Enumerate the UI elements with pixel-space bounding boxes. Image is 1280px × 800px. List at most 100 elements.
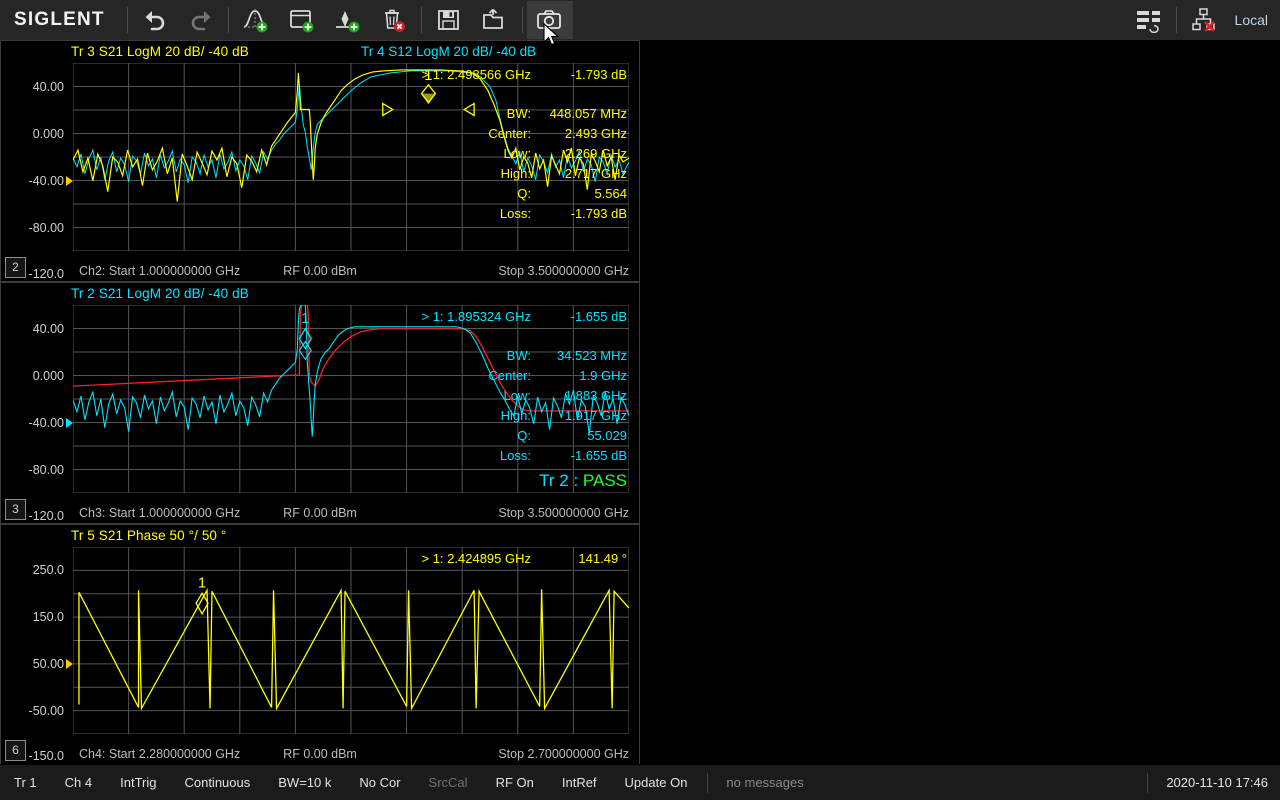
panel-footer-3: 3 Ch3: Start 1.000000000 GHz RF 0.00 dBm… (1, 497, 639, 523)
readout-row: Low:2.269 GHz (488, 144, 627, 164)
floppy-save-icon (436, 8, 462, 32)
add-marker-button[interactable] (325, 1, 371, 39)
y-tick-label: -50.00 (29, 704, 64, 718)
network-status-button[interactable] (1181, 1, 1227, 39)
y-tick-label: 40.00 (33, 80, 64, 94)
status-divider (707, 773, 708, 793)
camera-icon (536, 8, 564, 32)
readout-value: 1.917 GHz (531, 406, 627, 426)
local-mode-label[interactable]: Local (1227, 12, 1280, 28)
readout-value: -1.655 dB (531, 446, 627, 466)
plot-svg-6: 1 (73, 547, 629, 734)
delete-button[interactable] (371, 1, 417, 39)
trace-panel-grid: Tr 6 S11 LogM 10 dB/ -20 dB 20.00 0.000 … (0, 40, 1280, 765)
status-correction[interactable]: No Cor (345, 775, 414, 790)
y-tick-label: -40.00 (29, 416, 64, 430)
undo-icon (142, 8, 168, 32)
readout-label: Loss: (500, 204, 531, 224)
status-rf-output[interactable]: RF On (482, 775, 548, 790)
readout-row: Center:2.493 GHz (488, 124, 627, 144)
add-window-button[interactable] (279, 1, 325, 39)
status-update[interactable]: Update On (611, 775, 702, 790)
redo-icon (188, 8, 214, 32)
redo-button[interactable] (178, 1, 224, 39)
undo-button[interactable] (132, 1, 178, 39)
screenshot-button[interactable] (527, 1, 573, 39)
rf-power-label: RF 0.00 dBm (283, 747, 357, 761)
readout-row: > 1: 2.424895 GHz 141.49 ° (422, 549, 628, 569)
readout-label: High: (501, 406, 531, 426)
channel-start-label: Ch2: Start 1.000000000 GHz (79, 264, 240, 278)
channel-start-label: Ch3: Start 1.000000000 GHz (79, 506, 240, 520)
readout-label: Center: (488, 366, 531, 386)
y-tick-label: 250.0 (33, 563, 64, 577)
status-bar: Tr 1 Ch 4 IntTrig Continuous BW=10 k No … (0, 764, 1280, 800)
add-trace-button[interactable] (233, 1, 279, 39)
panel-footer-2: 2 Ch2: Start 1.000000000 GHz RF 0.00 dBm… (1, 255, 639, 281)
readout-value: 2.493 GHz (531, 124, 627, 144)
open-button[interactable] (472, 1, 518, 39)
status-divider (1147, 773, 1148, 793)
readout-row: Loss:-1.655 dB (488, 446, 627, 466)
panel-number-badge[interactable]: 3 (5, 499, 26, 520)
trace-header-tr3[interactable]: Tr 3 S21 LogM 20 dB/ -40 dB (71, 44, 249, 59)
plot-area-6[interactable]: 1 (73, 547, 629, 734)
status-trigger-source[interactable]: IntTrig (106, 775, 170, 790)
status-active-trace[interactable]: Tr 1 (0, 775, 51, 790)
add-window-icon (288, 7, 316, 33)
readout-row: Low:1.883 GHz (488, 386, 627, 406)
trace-panel-2[interactable]: Tr 3 S21 LogM 20 dB/ -40 dB Tr 4 S12 Log… (0, 40, 640, 282)
status-reference[interactable]: IntRef (548, 775, 611, 790)
readout-row: > 1: 1.895324 GHz -1.655 dB (422, 307, 628, 327)
limit-test-status: PASS (583, 471, 627, 490)
save-button[interactable] (426, 1, 472, 39)
readout-value: 34.523 MHz (531, 346, 627, 366)
channel-stop-label: Stop 3.500000000 GHz (498, 506, 629, 520)
readout-label: Center: (488, 124, 531, 144)
readout-value: -1.793 dB (531, 204, 627, 224)
readout-value: -1.793 dB (531, 65, 627, 85)
reference-level-pointer[interactable] (66, 176, 73, 186)
panel-number-badge[interactable]: 2 (5, 257, 26, 278)
y-tick-label: 40.00 (33, 322, 64, 336)
vna-application: SIGLENT (0, 0, 1280, 800)
panel-footer-6: 6 Ch4: Start 2.280000000 GHz RF 0.00 dBm… (1, 738, 639, 764)
folder-open-icon (481, 8, 509, 32)
add-trace-icon (242, 7, 270, 33)
readout-row: High:2.717 GHz (488, 164, 627, 184)
status-sweep-mode[interactable]: Continuous (170, 775, 264, 790)
readout-label: Q: (517, 184, 531, 204)
trace-header-tr4[interactable]: Tr 4 S12 LogM 20 dB/ -40 dB (361, 44, 536, 59)
window-layout-button[interactable] (1126, 1, 1172, 39)
trace-header-tr5[interactable]: Tr 5 S21 Phase 50 °/ 50 ° (71, 528, 226, 543)
toolbar-divider (522, 7, 523, 33)
reference-level-pointer[interactable] (66, 659, 73, 669)
readout-label: Loss: (500, 446, 531, 466)
status-active-channel[interactable]: Ch 4 (51, 775, 106, 790)
y-tick-label: 0.000 (33, 127, 64, 141)
readout-label: Low: (504, 144, 531, 164)
reference-level-pointer[interactable] (66, 418, 73, 428)
y-axis-labels-3: 40.00 0.000 -40.00 -80.00 -120.0 (1, 305, 73, 493)
readout-row: BW:34.523 MHz (488, 346, 627, 366)
status-datetime: 2020-11-10 17:46 (1154, 775, 1280, 790)
status-ifbw[interactable]: BW=10 k (264, 775, 345, 790)
channel-start-label: Ch4: Start 2.280000000 GHz (79, 747, 240, 761)
status-message: no messages (714, 775, 815, 790)
toolbar-divider (1176, 7, 1177, 33)
channel-stop-label: Stop 3.500000000 GHz (498, 264, 629, 278)
trace-panel-3[interactable]: Tr 2 S21 LogM 20 dB/ -40 dB 40.00 0.000 … (0, 282, 640, 524)
status-source-cal[interactable]: SrcCal (415, 775, 482, 790)
delete-trash-icon (380, 7, 408, 33)
readout-value: 5.564 (531, 184, 627, 204)
readout-value: -1.655 dB (531, 307, 627, 327)
y-tick-label: 0.000 (33, 369, 64, 383)
readout-row: BW:448.057 MHz (488, 104, 627, 124)
add-marker-icon (334, 7, 362, 33)
trace-panel-6[interactable]: Tr 5 S21 Phase 50 °/ 50 ° 250.0 150.0 50… (0, 524, 640, 765)
marker-readout-3: > 1: 1.895324 GHz -1.655 dB (422, 307, 628, 327)
trace-header-tr2[interactable]: Tr 2 S21 LogM 20 dB/ -40 dB (71, 286, 249, 301)
rf-power-label: RF 0.00 dBm (283, 264, 357, 278)
panel-number-badge[interactable]: 6 (5, 740, 26, 761)
readout-row: Q:5.564 (488, 184, 627, 204)
